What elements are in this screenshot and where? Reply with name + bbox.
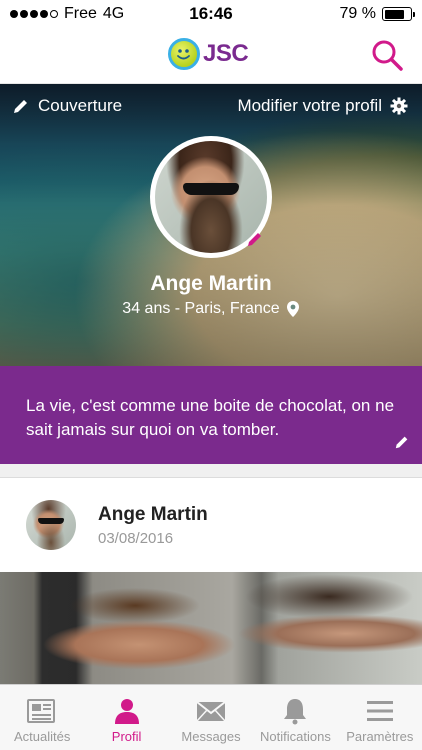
tab-messages[interactable]: Messages	[169, 685, 253, 750]
logo-text: JSC	[203, 40, 249, 67]
section-divider	[0, 464, 422, 478]
post-author-name[interactable]: Ange Martin	[98, 504, 208, 526]
tab-parametres[interactable]: Paramètres	[338, 685, 422, 750]
profile-bio: La vie, c'est comme une boite de chocola…	[0, 366, 422, 464]
post-author-avatar[interactable]	[26, 500, 76, 550]
app-header: JSC	[0, 28, 422, 84]
tab-label: Actualités	[14, 729, 71, 744]
smiley-logo-icon	[168, 38, 200, 70]
tab-label: Messages	[181, 729, 241, 744]
edit-avatar-icon[interactable]	[246, 230, 264, 248]
person-icon	[114, 699, 139, 724]
post-date: 03/08/2016	[98, 530, 174, 547]
profile-cover: Couverture Modifier votre profil Ange Ma…	[0, 84, 422, 366]
profile-age-location: 34 ans - Paris, France	[122, 300, 280, 317]
cover-toolbar: Couverture Modifier votre profil	[0, 84, 422, 128]
search-button[interactable]	[370, 38, 404, 72]
tab-profil[interactable]: Profil	[84, 685, 168, 750]
sunglasses	[38, 518, 64, 524]
edit-cover-button[interactable]: Couverture	[12, 96, 122, 116]
bio-text: La vie, c'est comme une boite de chocola…	[26, 396, 395, 439]
profile-meta: 34 ans - Paris, France	[0, 300, 422, 318]
battery-icon	[382, 7, 415, 21]
status-bar: Free 4G 16:46 79 %	[0, 0, 422, 28]
profile-avatar[interactable]	[150, 136, 272, 258]
cover-label: Couverture	[38, 96, 123, 115]
newspaper-icon	[27, 699, 56, 723]
bell-icon	[284, 699, 307, 725]
tab-label: Paramètres	[346, 729, 414, 744]
gear-icon	[390, 97, 408, 115]
edit-profile-label: Modifier votre profil	[237, 96, 382, 115]
envelope-icon	[196, 701, 226, 722]
battery-percent: 79 %	[339, 5, 376, 22]
tab-label: Notifications	[260, 729, 331, 744]
tab-actualites[interactable]: Actualités	[0, 685, 84, 750]
menu-icon	[366, 701, 393, 721]
pencil-icon	[14, 100, 27, 113]
location-pin-icon	[286, 301, 299, 317]
tab-label: Profil	[111, 729, 142, 744]
profile-name: Ange Martin	[150, 272, 272, 295]
app-logo[interactable]: JSC	[168, 38, 249, 70]
edit-bio-icon[interactable]	[394, 434, 410, 450]
search-icon	[372, 40, 403, 71]
battery-fill	[384, 9, 405, 19]
tab-notifications[interactable]: Notifications	[253, 685, 337, 750]
post-photo[interactable]	[0, 572, 422, 684]
status-right: 79 %	[339, 5, 415, 23]
post-header: Ange Martin 03/08/2016	[0, 478, 422, 572]
sunglasses	[183, 183, 239, 195]
edit-profile-button[interactable]: Modifier votre profil	[237, 96, 408, 116]
tab-bar: Actualités Profil Messages Notifications…	[0, 684, 422, 750]
